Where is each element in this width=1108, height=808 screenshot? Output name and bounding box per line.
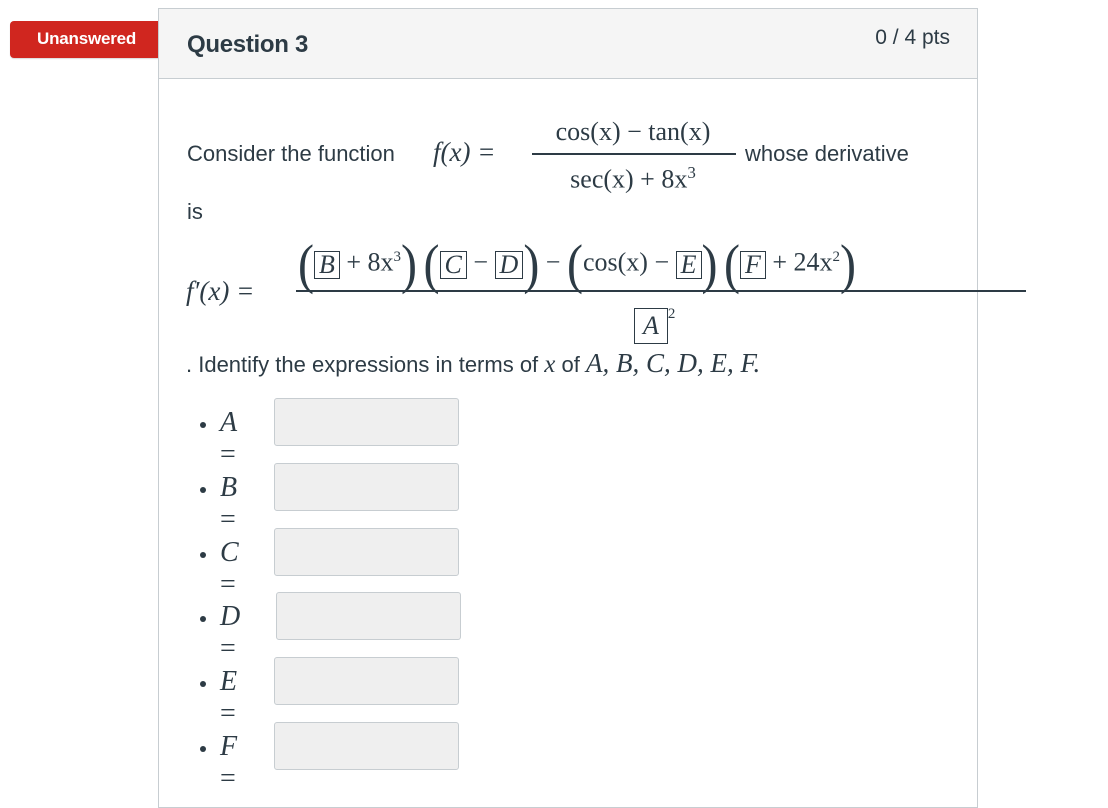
fprime-lhs: f′(x) = — [186, 276, 255, 306]
derivative-fraction-bar — [296, 290, 1026, 292]
exponent-3: 3 — [393, 249, 402, 265]
bullet — [200, 681, 206, 687]
answer-label-e: E = — [220, 666, 238, 729]
box-D: D — [494, 250, 524, 279]
answer-label-b: B = — [220, 472, 238, 535]
box-F: F — [739, 250, 766, 279]
answer-label-f: F = — [220, 731, 238, 794]
paren-close-4: ) — [840, 233, 857, 295]
paren-close-2: ) — [523, 233, 540, 295]
box-B: B — [313, 250, 340, 279]
paren-open-2: ( — [423, 233, 440, 295]
box-A: A — [634, 308, 668, 345]
cos-x: cos(x) — [582, 247, 648, 277]
question-header: Question 3 0 / 4 pts — [159, 9, 977, 79]
minus-1: − — [473, 247, 489, 277]
question-title: Question 3 — [187, 31, 309, 58]
identify-of: of — [561, 352, 580, 377]
prompt-intro: Consider the function — [187, 141, 395, 166]
minus-3: − — [654, 247, 670, 277]
answer-input-b[interactable] — [274, 463, 459, 511]
bullet — [200, 616, 206, 622]
answer-input-c[interactable] — [274, 528, 459, 576]
box-E: E — [675, 250, 702, 279]
bullet — [200, 746, 206, 752]
bullet — [200, 487, 206, 493]
identify-prefix: . Identify the expressions in terms of — [186, 352, 539, 377]
paren-open-4: ( — [723, 233, 740, 295]
unanswered-flag: Unanswered — [10, 21, 173, 58]
paren-open-3: ( — [566, 233, 583, 295]
answer-input-e[interactable] — [274, 657, 459, 705]
paren-close-1: ) — [401, 233, 418, 295]
question-points: 0 / 4 pts — [875, 26, 950, 49]
prompt-is: is — [187, 199, 203, 224]
f-fraction-bar — [532, 153, 736, 155]
f-denominator-text: sec(x) + 8x — [570, 164, 688, 194]
denominator-exponent: 2 — [667, 306, 676, 322]
f-denominator-exponent: 3 — [687, 163, 696, 182]
identify-var: x — [544, 351, 556, 378]
plus-24x: + 24x — [772, 247, 833, 277]
plus-8x: + 8x — [346, 247, 394, 277]
bullet — [200, 422, 206, 428]
answer-input-a[interactable] — [274, 398, 459, 446]
f-definition-lhs: f(x) = — [433, 137, 496, 167]
f-fraction: cos(x) − tan(x) — [530, 116, 736, 148]
paren-close-3: ) — [701, 233, 718, 295]
identify-list: A, B, C, D, E, F. — [586, 348, 761, 378]
answer-label-a: A = — [220, 407, 238, 470]
minus-2: − — [545, 247, 561, 277]
answer-label-d: D = — [220, 601, 241, 664]
exponent-2: 2 — [832, 249, 841, 265]
paren-open-1: ( — [298, 233, 314, 295]
derivative-numerator: (B + 8x3) (C − D) − (cos(x) − E) (F + 24… — [298, 233, 1026, 295]
prompt-after: whose derivative — [745, 141, 909, 166]
derivative-denominator: A2 — [634, 297, 676, 345]
identify-line: . Identify the expressions in terms of x… — [186, 348, 760, 379]
answer-input-d[interactable] — [276, 592, 461, 640]
f-numerator: cos(x) − tan(x) — [555, 117, 711, 146]
bullet — [200, 552, 206, 558]
answer-label-c: C = — [220, 537, 239, 600]
f-denominator: sec(x) + 8x3 — [530, 157, 736, 196]
answer-input-f[interactable] — [274, 722, 459, 770]
box-C: C — [439, 250, 467, 279]
